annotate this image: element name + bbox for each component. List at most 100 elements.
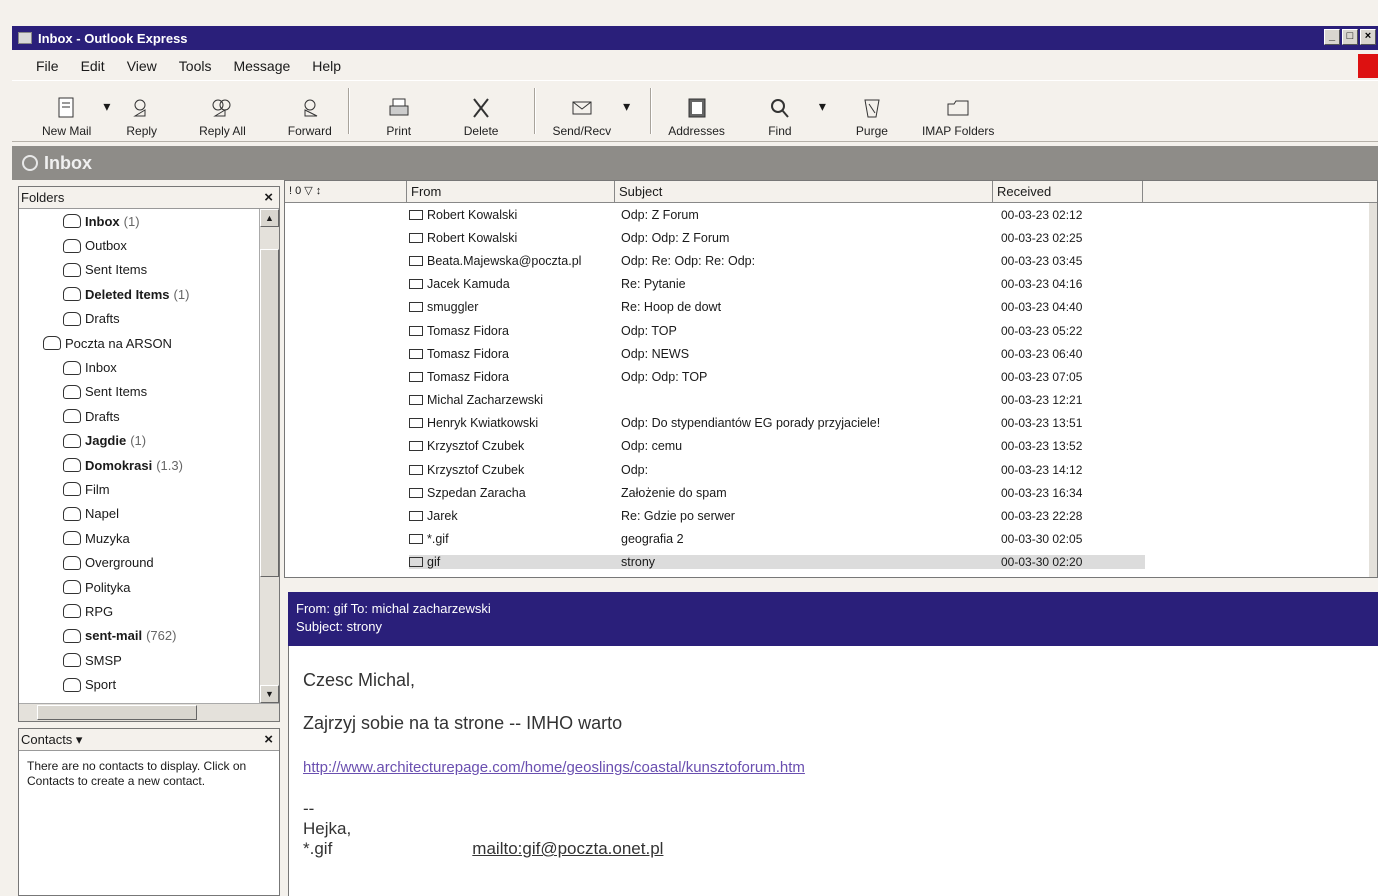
folder-icon (63, 458, 81, 473)
folder-unread-count: (1.3) (156, 457, 183, 473)
column-received[interactable]: Received (993, 181, 1143, 202)
folder-item[interactable]: Poczta na ARSON (19, 331, 259, 355)
close-icon[interactable]: × (264, 731, 273, 748)
message-list-scrollbar[interactable] (1369, 203, 1377, 577)
message-row[interactable]: Tomasz Fidora Odp: NEWS 00-03-23 06:40 (285, 342, 1377, 365)
message-from: Michal Zacharzewski (427, 393, 544, 408)
message-list-header: ! 0 ▽ ↕ From Subject Received (285, 181, 1377, 203)
message-from-cell: Robert Kowalski (409, 231, 617, 245)
message-subject: Odp: Odp: TOP (621, 369, 708, 384)
message-subject: Odp: Re: Odp: Re: Odp: (621, 253, 756, 268)
menu-help[interactable]: Help (312, 58, 341, 74)
column-subject[interactable]: Subject (615, 181, 993, 202)
close-icon[interactable]: × (264, 189, 273, 206)
message-row[interactable]: Jarek Re: Gdzie po serwer 00-03-23 22:28 (285, 504, 1377, 527)
message-row[interactable]: *.gif geografia 2 00-03-30 02:05 (285, 528, 1377, 551)
message-row[interactable]: Robert Kowalski Odp: Odp: Z Forum 00-03-23… (285, 226, 1377, 249)
message-row[interactable]: Jacek Kamuda Re: Pytanie 00-03-23 04:16 (285, 273, 1377, 296)
forward-button[interactable]: Forward (282, 84, 338, 138)
folder-item[interactable]: Muzyka (19, 526, 259, 550)
folder-item[interactable]: RPG (19, 599, 259, 623)
folder-icon (63, 409, 81, 424)
message-row[interactable]: gif strony 00-03-30 02:20 (285, 551, 1377, 574)
folder-label: Sport (85, 677, 117, 693)
message-row[interactable]: Tomasz Fidora Odp: TOP 00-03-23 05:22 (285, 319, 1377, 342)
address-book-icon (688, 98, 706, 118)
folder-item[interactable]: Napel (19, 502, 259, 526)
horizontal-scroll-thumb[interactable] (37, 705, 197, 720)
folder-item[interactable]: Drafts (19, 307, 259, 331)
folder-item[interactable]: Sent Items (19, 258, 259, 282)
message-received: 00-03-23 03:45 (1001, 253, 1083, 268)
folder-item[interactable]: Deleted Items (1) (19, 282, 259, 306)
message-row[interactable]: Henryk Kwiatkowski Odp: Do stypendiantów … (285, 412, 1377, 435)
imap-folders-label: IMAP Folders (921, 124, 995, 138)
new-mail-button[interactable]: New Mail (36, 84, 97, 138)
message-received: 00-03-23 07:05 (1001, 369, 1083, 384)
folder-item[interactable]: SMSP (19, 648, 259, 672)
send-recv-button[interactable]: Send/Recv (546, 84, 617, 138)
reply-button[interactable]: Reply (120, 84, 163, 138)
message-link[interactable]: http://www.architecturepage.com/home/geo… (303, 759, 805, 776)
folder-item[interactable]: Outbox (19, 233, 259, 257)
addresses-button[interactable]: Addresses (662, 84, 731, 138)
folder-label: Drafts (85, 408, 120, 424)
minimize-button[interactable]: _ (1324, 29, 1340, 45)
scroll-down-icon[interactable]: ▼ (260, 685, 279, 703)
message-row[interactable]: Tomasz Fidora Odp: Odp: TOP 00-03-23 07:05 (285, 365, 1377, 388)
folders-vertical-scrollbar[interactable]: ▲ ▼ (259, 209, 279, 703)
menu-edit[interactable]: Edit (81, 58, 105, 74)
message-from: smuggler (427, 300, 479, 315)
purge-button[interactable]: Purge (850, 84, 894, 138)
message-row[interactable]: Robert Kowalski Odp: Z Forum 00-03-23 02:1… (285, 203, 1377, 226)
signature-mailto-link[interactable]: mailto:gif@poczta.onet.pl (472, 839, 663, 858)
column-from[interactable]: From (407, 181, 615, 202)
find-button[interactable]: Find (761, 84, 799, 138)
folder-item[interactable]: Inbox (1) (19, 209, 259, 233)
message-row[interactable]: Beata.Majewska@poczta.pl Odp: Re: Odp: Re… (285, 249, 1377, 272)
message-row[interactable]: Krzysztof Czubek Odp: cemu 00-03-23 13:52 (285, 435, 1377, 458)
folder-item[interactable]: Polityka (19, 575, 259, 599)
folder-item[interactable]: Domokrasi (1.3) (19, 453, 259, 477)
delete-button[interactable]: Delete (458, 84, 505, 138)
find-dropdown-icon[interactable]: ▾ (819, 98, 826, 115)
column-icons[interactable]: ! 0 ▽ ↕ (285, 181, 407, 202)
message-row[interactable]: Michal Zacharzewski 00-03-23 12:21 (285, 389, 1377, 412)
reply-icon (132, 99, 146, 117)
message-from-cell: Jarek (409, 509, 617, 523)
folder-icon (63, 677, 81, 692)
contacts-pane: Contacts ▾ × There are no contacts to di… (18, 728, 280, 896)
folder-item[interactable]: sent-mail (762) (19, 624, 259, 648)
reply-all-button[interactable]: Reply All (193, 84, 252, 138)
folder-item[interactable]: Overground (19, 550, 259, 574)
envelope-icon (409, 325, 423, 336)
folder-item[interactable]: Drafts (19, 404, 259, 428)
new-mail-dropdown-icon[interactable]: ▾ (103, 98, 110, 115)
contacts-pane-title[interactable]: Contacts ▾ (21, 732, 82, 748)
menu-tools[interactable]: Tools (179, 58, 212, 74)
menu-file[interactable]: File (36, 58, 59, 74)
scroll-thumb[interactable] (260, 249, 279, 577)
message-from-cell: gif (409, 555, 617, 570)
envelope-icon (409, 279, 423, 290)
folder-item[interactable]: Sent Items (19, 380, 259, 404)
folder-item[interactable]: Film (19, 477, 259, 501)
close-button[interactable]: × (1360, 29, 1376, 45)
scroll-up-icon[interactable]: ▲ (260, 209, 279, 227)
message-row[interactable]: smuggler Re: Hoop de dowt 00-03-23 04:40 (285, 296, 1377, 319)
folder-item[interactable]: Sport (19, 672, 259, 696)
message-subject: Odp: (621, 462, 649, 477)
message-row[interactable]: Szpedan Zaracha Założenie do spam 00-03-23… (285, 481, 1377, 504)
menu-view[interactable]: View (127, 58, 157, 74)
message-received: 00-03-23 02:25 (1001, 230, 1083, 245)
folder-label: Drafts (85, 311, 120, 327)
folders-horizontal-scrollbar[interactable] (19, 703, 279, 721)
folder-item[interactable]: Inbox (19, 355, 259, 379)
menu-message[interactable]: Message (233, 58, 290, 74)
send-recv-dropdown-icon[interactable]: ▾ (623, 98, 630, 115)
maximize-button[interactable]: □ (1342, 29, 1358, 45)
imap-folders-button[interactable]: IMAP Folders (916, 84, 1000, 138)
print-button[interactable]: Print (380, 84, 418, 138)
folder-item[interactable]: Jagdie (1) (19, 429, 259, 453)
message-row[interactable]: Krzysztof Czubek Odp: 00-03-23 14:12 (285, 458, 1377, 481)
